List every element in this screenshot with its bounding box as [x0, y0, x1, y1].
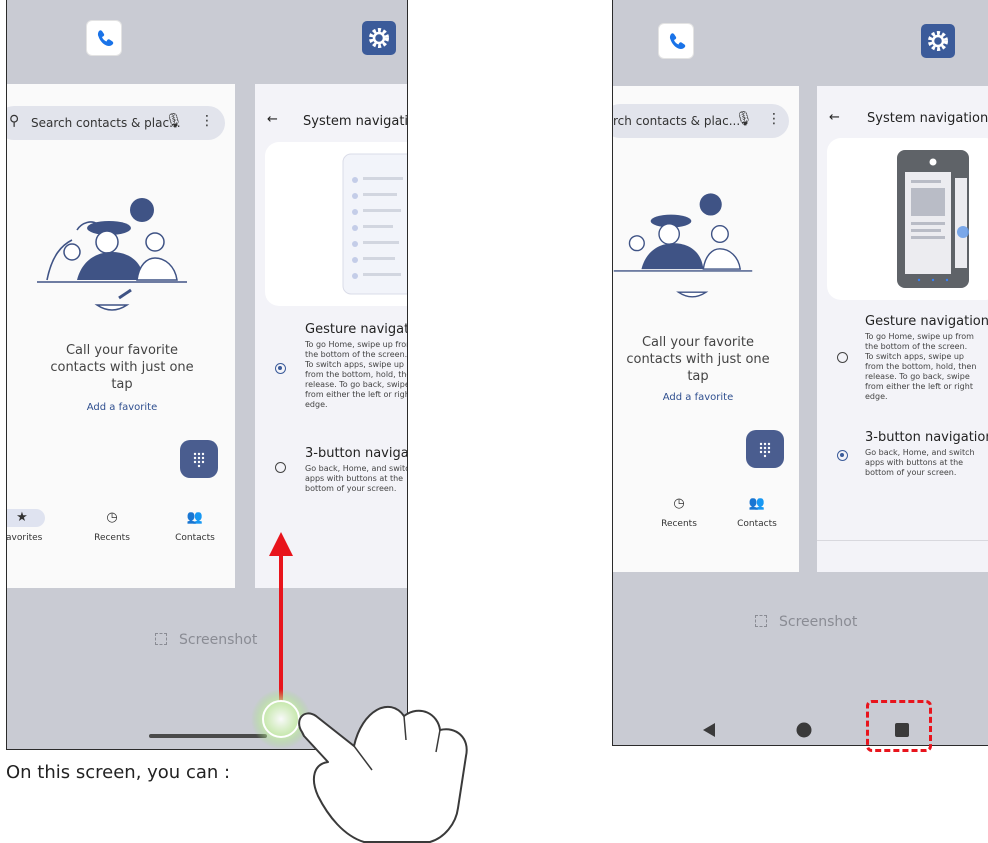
gesture-navigation-radio[interactable]	[275, 363, 286, 374]
tab-favorites[interactable]: ★ Favorites	[7, 510, 47, 543]
screenshot-label: Screenshot	[779, 614, 858, 630]
tab-recents[interactable]: ◷ Recents	[82, 510, 142, 543]
tab-recents[interactable]: ◷ Recents	[649, 496, 709, 529]
tab-contacts[interactable]: 👥 Contacts	[165, 510, 225, 543]
star-icon: ★	[16, 510, 28, 525]
search-placeholder: rch contacts & plac...	[613, 114, 741, 128]
tab-contacts-label: Contacts	[737, 519, 777, 529]
settings-app-card[interactable]: ← System navigation Gesture navigation T…	[817, 86, 988, 572]
three-button-navigation-desc: Go back, Home, and switch apps with butt…	[865, 448, 975, 477]
settings-title: System navigation	[303, 114, 408, 129]
search-icon: ⚲	[9, 113, 20, 129]
add-favorite-link[interactable]: Add a favorite	[623, 392, 773, 403]
screenshot-button[interactable]: Screenshot	[155, 632, 257, 648]
people-icon: 👥	[186, 510, 204, 525]
people-icon: 👥	[748, 496, 766, 511]
favorites-illustration	[613, 193, 753, 298]
back-triangle-icon[interactable]	[701, 722, 717, 738]
tab-contacts[interactable]: 👥 Contacts	[727, 496, 787, 529]
phone-app-card[interactable]: rch contacts & plac... 🎙 ⋮ Call your fav…	[613, 86, 799, 572]
settings-app-card[interactable]: ← System navigation Gesture navigation T…	[255, 84, 408, 588]
swipe-gesture-overlay	[251, 532, 468, 843]
gesture-navigation-desc: To go Home, swipe up from the bottom of …	[865, 332, 977, 401]
dialpad-icon	[193, 452, 205, 468]
three-button-navigation-radio[interactable]	[275, 462, 286, 473]
add-favorite-link[interactable]: Add a favorite	[47, 402, 197, 413]
tab-recents-label: Recents	[661, 519, 697, 529]
tab-contacts-label: Contacts	[175, 533, 215, 543]
screenshot-icon	[155, 633, 167, 645]
settings-gear-icon[interactable]	[362, 21, 396, 55]
more-vert-icon[interactable]: ⋮	[200, 113, 214, 129]
search-bar[interactable]: rch contacts & plac... 🎙 ⋮	[613, 104, 789, 138]
swipe-up-arrowhead	[269, 532, 293, 556]
screenshot-icon	[755, 615, 767, 627]
empty-state-text: Call your favorite contacts with just on…	[626, 335, 770, 384]
navigation-preview	[827, 138, 988, 300]
gesture-navigation-radio[interactable]	[837, 352, 848, 363]
phone-app-icon[interactable]	[87, 21, 121, 55]
three-button-navigation-title: 3-button navigation	[305, 446, 408, 461]
settings-gear-icon[interactable]	[921, 24, 955, 58]
back-arrow-icon[interactable]: ←	[829, 110, 840, 125]
more-vert-icon[interactable]: ⋮	[767, 111, 781, 127]
favorites-illustration	[37, 198, 187, 311]
mic-icon[interactable]: 🎙	[735, 111, 753, 127]
dialpad-icon	[759, 442, 771, 458]
settings-title: System navigation	[867, 111, 988, 126]
search-bar[interactable]: ⚲ Search contacts & plac... 🎙 ⋮	[7, 106, 225, 140]
empty-state-text: Call your favorite contacts with just on…	[50, 343, 194, 392]
back-arrow-icon[interactable]: ←	[267, 112, 278, 127]
gesture-navigation-title: Gesture navigation	[305, 322, 408, 337]
tab-recents-label: Recents	[94, 533, 130, 543]
dialpad-button[interactable]	[746, 430, 784, 468]
screenshot-button[interactable]: Screenshot	[755, 614, 857, 630]
dialpad-button[interactable]	[180, 440, 218, 478]
gesture-navigation-desc: To go Home, swipe up from the bottom of …	[305, 340, 408, 409]
clock-icon: ◷	[106, 510, 118, 525]
phone-app-card[interactable]: ⚲ Search contacts & plac... 🎙 ⋮ Call you…	[7, 84, 235, 588]
clock-icon: ◷	[673, 496, 685, 511]
three-button-navigation-radio[interactable]	[837, 450, 848, 461]
gesture-navigation-title: Gesture navigation	[865, 314, 988, 329]
recents-button-highlight	[866, 700, 932, 752]
right-phone-screen: rch contacts & plac... 🎙 ⋮ Call your fav…	[612, 0, 988, 746]
phone-app-icon[interactable]	[659, 24, 693, 58]
caption-text: On this screen, you can :	[6, 762, 231, 783]
search-placeholder: Search contacts & plac...	[31, 116, 181, 130]
three-button-navigation-title: 3-button navigation	[865, 430, 988, 445]
home-circle-icon[interactable]	[796, 722, 812, 738]
tab-favorites-label: Favorites	[7, 533, 43, 543]
three-button-navigation-desc: Go back, Home, and switch apps with butt…	[305, 464, 407, 493]
navigation-preview	[265, 142, 407, 306]
card-divider	[817, 540, 988, 541]
hand-pointer-icon	[298, 705, 468, 843]
mic-icon[interactable]: 🎙	[165, 113, 183, 129]
